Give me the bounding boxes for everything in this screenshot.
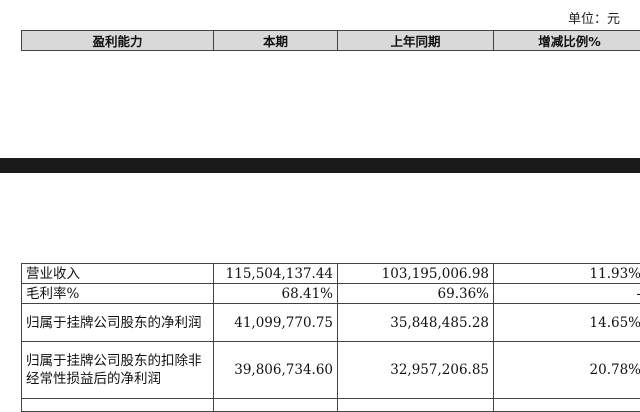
header-current-period: 本期 xyxy=(214,31,338,51)
previous-value: 69.36% xyxy=(338,284,494,304)
previous-value xyxy=(338,399,494,412)
previous-value: 32,957,206.85 xyxy=(338,342,494,399)
table-row: 归属于挂牌公司股东的净利润 41,099,770.75 35,848,485.2… xyxy=(22,304,640,342)
current-value: 115,504,137.44 xyxy=(214,264,338,284)
previous-value: 103,195,006.98 xyxy=(338,264,494,284)
row-label: 归属于挂牌公司股东的扣除非经常性损益后的净利润 xyxy=(22,342,214,399)
header-change-ratio: 增减比例% xyxy=(494,31,640,51)
change-value xyxy=(494,399,640,412)
table-row-partial xyxy=(22,399,640,412)
unit-label: 单位：元 xyxy=(568,8,620,27)
row-label: 归属于挂牌公司股东的净利润 xyxy=(22,304,214,342)
current-value: 68.41% xyxy=(214,284,338,304)
table-row: 归属于挂牌公司股东的扣除非经常性损益后的净利润 39,806,734.60 32… xyxy=(22,342,640,399)
current-value: 41,099,770.75 xyxy=(214,304,338,342)
header-profitability: 盈利能力 xyxy=(22,31,214,51)
change-value: 20.78% xyxy=(494,342,640,399)
header-row: 盈利能力 本期 上年同期 增减比例% xyxy=(22,31,640,51)
change-value: 11.93% xyxy=(494,264,640,284)
header-previous-period: 上年同期 xyxy=(338,31,494,51)
row-label xyxy=(22,399,214,412)
profit-table: 营业收入 115,504,137.44 103,195,006.98 11.93… xyxy=(21,263,640,412)
previous-value: 35,848,485.28 xyxy=(338,304,494,342)
current-value xyxy=(214,399,338,412)
row-label: 营业收入 xyxy=(22,264,214,284)
table-row: 营业收入 115,504,137.44 103,195,006.98 11.93… xyxy=(22,264,640,284)
change-value: 14.65% xyxy=(494,304,640,342)
row-label: 毛利率% xyxy=(22,284,214,304)
header-table: 盈利能力 本期 上年同期 增减比例% xyxy=(21,30,640,51)
current-value: 39,806,734.60 xyxy=(214,342,338,399)
change-value: - xyxy=(494,284,640,304)
dark-divider-band xyxy=(0,158,640,173)
table-row: 毛利率% 68.41% 69.36% - xyxy=(22,284,640,304)
